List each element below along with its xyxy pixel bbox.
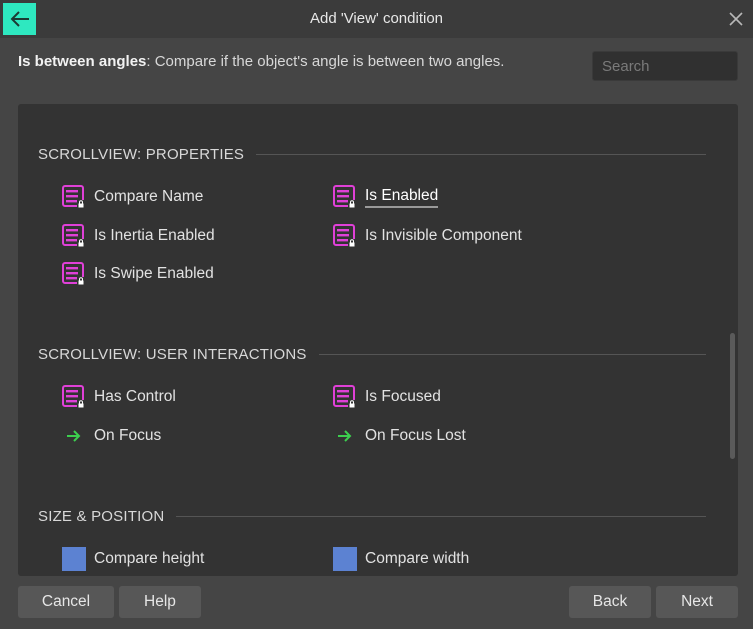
property-list-icon (62, 185, 86, 209)
condition-item-label: Is Invisible Component (365, 227, 522, 244)
section-title: SCROLLVIEW: PROPERTIES (38, 145, 245, 163)
condition-item-label: Compare height (94, 550, 205, 567)
condition-item-label: On Focus Lost (365, 427, 466, 444)
condition-description: Is between angles: Compare if the object… (18, 53, 504, 70)
property-list-icon (62, 262, 86, 286)
condition-item-on-focus[interactable]: On Focus (62, 423, 161, 449)
blue-square-icon (333, 547, 357, 571)
condition-item-is-invisible-component[interactable]: Is Invisible Component (333, 223, 522, 249)
condition-description-text: : Compare if the object's angle is betwe… (146, 53, 505, 70)
condition-item-is-enabled[interactable]: Is Enabled (333, 184, 439, 210)
condition-item-label: Has Control (94, 388, 176, 405)
scrollbar-thumb[interactable] (730, 333, 735, 459)
section-divider (176, 515, 706, 517)
condition-item-label: Compare width (365, 550, 470, 567)
green-arrow-icon (333, 424, 357, 448)
condition-item-label: Is Swipe Enabled (94, 265, 214, 282)
dialog-title: Add 'View' condition (309, 10, 444, 27)
next-button[interactable]: Next (656, 586, 738, 618)
property-list-icon (62, 224, 86, 248)
condition-list-panel: SCROLLVIEW: PROPERTIES Compare Name Is E… (18, 104, 738, 576)
help-button[interactable]: Help (119, 586, 201, 618)
condition-item-label: Compare Name (94, 188, 204, 205)
condition-item-label: Is Inertia Enabled (94, 227, 215, 244)
cancel-button[interactable]: Cancel (18, 586, 114, 618)
close-icon (729, 12, 743, 26)
section-scrollview-properties: SCROLLVIEW: PROPERTIES (38, 144, 706, 164)
condition-item-label: Is Focused (365, 388, 441, 405)
section-title: SCROLLVIEW: USER INTERACTIONS (38, 345, 307, 363)
back-button[interactable]: Back (569, 586, 651, 618)
property-list-icon (62, 385, 86, 409)
condition-item-on-focus-lost[interactable]: On Focus Lost (333, 423, 466, 449)
condition-name: Is between angles (18, 53, 147, 70)
condition-item-has-control[interactable]: Has Control (62, 384, 176, 410)
property-list-icon (333, 224, 357, 248)
section-divider (318, 353, 706, 355)
condition-item-label: On Focus (94, 427, 162, 444)
condition-item-label: Is Enabled (365, 187, 439, 208)
condition-item-compare-width[interactable]: Compare width (333, 546, 469, 572)
property-list-icon (333, 385, 357, 409)
section-title: SIZE & POSITION (38, 507, 165, 525)
condition-item-is-inertia-enabled[interactable]: Is Inertia Enabled (62, 223, 215, 249)
blue-square-icon (62, 547, 86, 571)
section-size-position: SIZE & POSITION (38, 506, 706, 526)
green-arrow-icon (62, 424, 86, 448)
title-bar: Add 'View' condition (0, 0, 753, 38)
condition-item-compare-height[interactable]: Compare height (62, 546, 204, 572)
section-divider (256, 153, 706, 155)
property-list-icon (333, 185, 357, 209)
condition-item-is-focused[interactable]: Is Focused (333, 384, 441, 410)
list-scrollbar[interactable] (726, 104, 738, 576)
section-scrollview-user-interactions: SCROLLVIEW: USER INTERACTIONS (38, 344, 706, 364)
condition-item-compare-name[interactable]: Compare Name (62, 184, 203, 210)
search-input[interactable] (592, 51, 738, 81)
condition-item-is-swipe-enabled[interactable]: Is Swipe Enabled (62, 261, 214, 287)
close-button[interactable] (726, 9, 746, 29)
